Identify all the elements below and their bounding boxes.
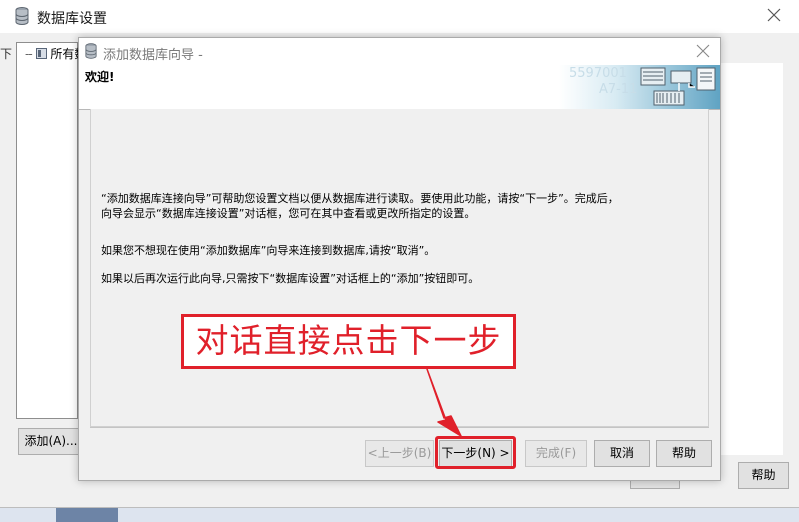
cancel-paragraph: 如果您不想现在使用“添加数据库”向导来连接到数据库,请按“取消”。 bbox=[101, 244, 436, 257]
banner-text-1: 5597001 bbox=[569, 66, 627, 81]
rerun-paragraph: 如果以后再次运行此向导,只需按下“数据库设置”对话框上的“添加”按钮即可。 bbox=[101, 272, 480, 285]
outer-title-bar: 数据库设置 bbox=[0, 0, 799, 33]
add-database-wizard: 添加数据库向导 - 欢迎! 5597001 A7-11 “添加数据库连接向导”可… bbox=[78, 37, 721, 481]
cancel-button[interactable]: 取消 bbox=[594, 440, 650, 467]
back-button[interactable]: <上一步(B) bbox=[365, 440, 434, 467]
wizard-header: 欢迎! 5597001 A7-11 bbox=[79, 65, 720, 110]
intro-paragraph: “添加数据库连接向导”可帮助您设置文档以便从数据库进行读取。要使用此功能，请按“… bbox=[101, 192, 619, 220]
close-icon[interactable] bbox=[696, 44, 710, 58]
wizard-header-title: 欢迎! bbox=[85, 70, 115, 84]
finish-button[interactable]: 完成(F) bbox=[525, 440, 587, 467]
tree-connector: -- bbox=[25, 47, 33, 61]
add-database-button[interactable]: 添加(A)... bbox=[18, 428, 84, 455]
next-button-highlight bbox=[435, 436, 516, 469]
wizard-content: “添加数据库连接向导”可帮助您设置文档以便从数据库进行读取。要使用此功能，请按“… bbox=[90, 109, 709, 427]
right-panel bbox=[721, 63, 783, 455]
banner-text-2: A7-11 bbox=[599, 82, 637, 97]
wizard-title-bar: 添加数据库向导 - bbox=[79, 38, 720, 65]
database-icon bbox=[85, 43, 97, 59]
database-tree[interactable]: -- 所有数 bbox=[16, 42, 86, 419]
outer-window-title: 数据库设置 bbox=[37, 11, 107, 27]
wizard-title: 添加数据库向导 - bbox=[103, 48, 203, 63]
annotation-callout: 对话直接点击下一步 bbox=[181, 314, 516, 369]
taskbar-block bbox=[56, 508, 118, 522]
tree-node-icon bbox=[35, 48, 47, 59]
database-icon bbox=[15, 7, 29, 25]
left-edge-label: 下 bbox=[0, 47, 13, 61]
taskbar-strip bbox=[0, 508, 799, 522]
outer-help-button[interactable]: 帮助 bbox=[738, 462, 789, 489]
help-button[interactable]: 帮助 bbox=[656, 440, 712, 467]
close-icon[interactable] bbox=[766, 7, 782, 23]
footer-separator bbox=[90, 427, 709, 428]
wizard-banner-graphic: 5597001 A7-11 bbox=[559, 65, 720, 109]
